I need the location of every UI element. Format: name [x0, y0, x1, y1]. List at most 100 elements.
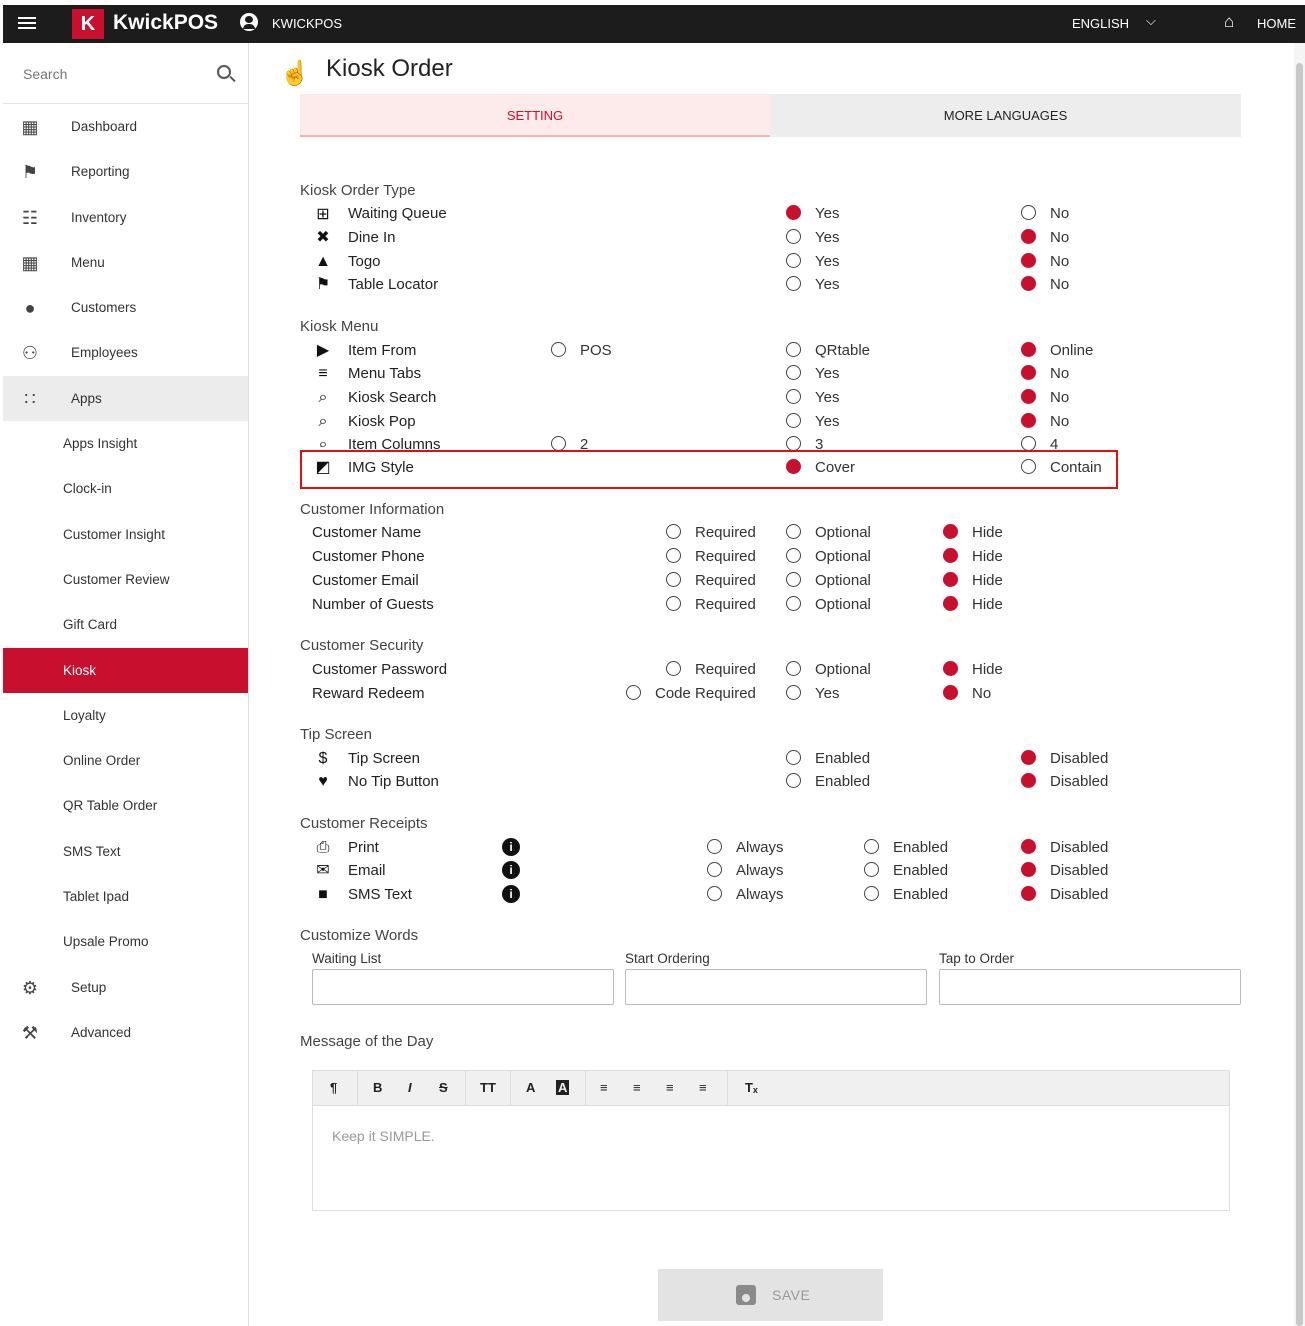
- radio-button[interactable]: [626, 685, 641, 700]
- radio-tip-enabled[interactable]: Enabled: [786, 750, 870, 767]
- scrollbar[interactable]: [1294, 43, 1305, 1326]
- radio-columns-2[interactable]: 2: [551, 436, 588, 451]
- radio-button[interactable]: [786, 524, 801, 539]
- align-right-icon[interactable]: ≡: [666, 1080, 674, 1095]
- radio-menutabs-no[interactable]: No: [1021, 365, 1069, 382]
- radio-name-required[interactable]: Required: [666, 524, 756, 541]
- radio-button[interactable]: [551, 342, 566, 357]
- radio-button[interactable]: [786, 253, 801, 268]
- radio-search-yes[interactable]: Yes: [786, 389, 839, 406]
- radio-button[interactable]: [786, 750, 801, 765]
- radio-password-hide[interactable]: Hide: [943, 661, 1003, 678]
- radio-button[interactable]: [786, 459, 801, 474]
- radio-button[interactable]: [786, 365, 801, 380]
- tab-setting[interactable]: SETTING: [300, 94, 770, 137]
- sidebar-subitem[interactable]: Customer Review: [3, 557, 248, 602]
- radio-itemfrom-online[interactable]: Online: [1021, 342, 1093, 359]
- radio-button[interactable]: [786, 596, 801, 611]
- radio-button[interactable]: [1021, 276, 1036, 291]
- radio-button[interactable]: [666, 548, 681, 563]
- radio-button[interactable]: [943, 548, 958, 563]
- radio-sms-always[interactable]: Always: [707, 886, 784, 903]
- font-color-icon[interactable]: A: [526, 1080, 535, 1095]
- radio-columns-4[interactable]: 4: [1021, 436, 1058, 451]
- radio-guests-hide[interactable]: Hide: [943, 596, 1003, 613]
- radio-button[interactable]: [943, 572, 958, 587]
- radio-phone-required[interactable]: Required: [666, 548, 756, 565]
- radio-reward-yes[interactable]: Yes: [786, 685, 839, 702]
- info-icon[interactable]: i: [502, 838, 520, 856]
- radio-pop-yes[interactable]: Yes: [786, 413, 839, 430]
- clear-format-icon[interactable]: Tₓ: [745, 1080, 758, 1095]
- radio-button[interactable]: [864, 862, 879, 877]
- radio-email-optional[interactable]: Optional: [786, 572, 871, 589]
- radio-password-optional[interactable]: Optional: [786, 661, 871, 678]
- radio-button[interactable]: [943, 685, 958, 700]
- radio-button[interactable]: [1021, 229, 1036, 244]
- radio-email-required[interactable]: Required: [666, 572, 756, 589]
- sidebar-item-inventory[interactable]: ☷ Inventory: [3, 195, 248, 240]
- radio-button[interactable]: [1021, 773, 1036, 788]
- editor-placeholder[interactable]: Keep it SIMPLE.: [332, 1128, 435, 1144]
- radio-button[interactable]: [1021, 253, 1036, 268]
- user-icon[interactable]: [240, 13, 258, 31]
- sidebar-subitem[interactable]: SMS Text: [3, 829, 248, 874]
- radio-togo-no[interactable]: No: [1021, 253, 1069, 270]
- radio-pop-no[interactable]: No: [1021, 413, 1069, 430]
- sidebar-item-menu[interactable]: ▦ Menu: [3, 240, 248, 285]
- radio-button[interactable]: [786, 276, 801, 291]
- radio-button[interactable]: [1021, 750, 1036, 765]
- waiting-list-input[interactable]: [312, 969, 614, 1005]
- search-input[interactable]: [23, 59, 203, 89]
- radio-columns-3[interactable]: 3: [786, 436, 823, 451]
- scrollbar-thumb[interactable]: [1296, 63, 1303, 1326]
- align-justify-icon[interactable]: ≡: [699, 1080, 707, 1095]
- radio-button[interactable]: [1021, 342, 1036, 357]
- radio-sms-disabled[interactable]: Disabled: [1021, 886, 1108, 903]
- radio-phone-hide[interactable]: Hide: [943, 548, 1003, 565]
- radio-button[interactable]: [666, 661, 681, 676]
- font-size-icon[interactable]: TT: [480, 1080, 496, 1095]
- radio-button[interactable]: [864, 839, 879, 854]
- radio-button[interactable]: [1021, 365, 1036, 380]
- radio-reward-no[interactable]: No: [943, 685, 991, 702]
- radio-button[interactable]: [786, 389, 801, 404]
- radio-itemfrom-qrtable[interactable]: QRtable: [786, 342, 870, 359]
- radio-menutabs-yes[interactable]: Yes: [786, 365, 839, 382]
- radio-itemfrom-pos[interactable]: POS: [551, 342, 612, 359]
- radio-button[interactable]: [551, 436, 566, 451]
- radio-button[interactable]: [666, 524, 681, 539]
- radio-locator-no[interactable]: No: [1021, 276, 1069, 293]
- radio-button[interactable]: [943, 524, 958, 539]
- radio-tip-disabled[interactable]: Disabled: [1021, 750, 1108, 767]
- radio-password-required[interactable]: Required: [666, 661, 756, 678]
- radio-togo-yes[interactable]: Yes: [786, 253, 839, 270]
- radio-button[interactable]: [786, 413, 801, 428]
- radio-print-always[interactable]: Always: [707, 839, 784, 856]
- chevron-down-icon[interactable]: ⌵: [1146, 13, 1156, 29]
- radio-waiting-yes[interactable]: Yes: [786, 205, 839, 222]
- radio-button[interactable]: [1021, 413, 1036, 428]
- sidebar-item-employees[interactable]: ⚇ Employees: [3, 330, 248, 375]
- radio-button[interactable]: [786, 661, 801, 676]
- radio-button[interactable]: [786, 342, 801, 357]
- radio-button[interactable]: [943, 596, 958, 611]
- strikethrough-icon[interactable]: S: [439, 1080, 448, 1095]
- radio-locator-yes[interactable]: Yes: [786, 276, 839, 293]
- language-select[interactable]: ENGLISH: [1072, 16, 1129, 31]
- radio-img-cover[interactable]: Cover: [786, 459, 855, 476]
- radio-notip-enabled[interactable]: Enabled: [786, 773, 870, 790]
- radio-button[interactable]: [786, 773, 801, 788]
- highlight-color-icon[interactable]: A: [556, 1080, 570, 1095]
- hamburger-menu-icon[interactable]: [18, 14, 36, 34]
- radio-button[interactable]: [707, 839, 722, 854]
- sidebar-subitem[interactable]: Customer Insight: [3, 512, 248, 557]
- italic-icon[interactable]: I: [408, 1080, 412, 1095]
- radio-button[interactable]: [666, 596, 681, 611]
- radio-button[interactable]: [864, 886, 879, 901]
- home-link[interactable]: HOME: [1257, 16, 1296, 31]
- sidebar-subitem[interactable]: Online Order: [3, 738, 248, 783]
- radio-button[interactable]: [1021, 839, 1036, 854]
- sidebar-item-setup[interactable]: ⚙ Setup: [3, 965, 248, 1010]
- sidebar-item-apps[interactable]: ∷ Apps: [3, 375, 248, 422]
